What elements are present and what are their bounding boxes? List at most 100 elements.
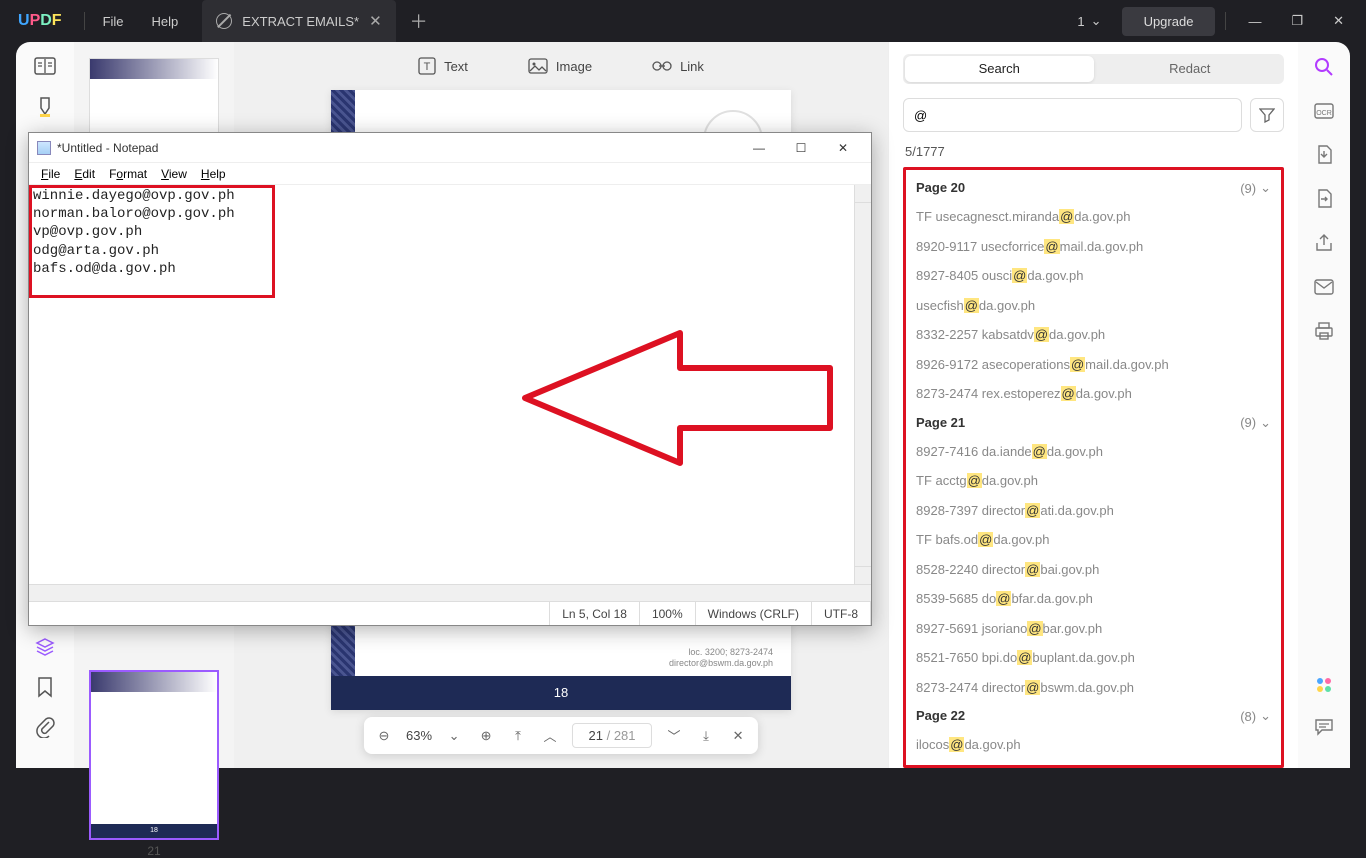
search-result-item[interactable]: 8927-7416 da.iande@da.gov.ph xyxy=(908,437,1279,467)
zoom-value[interactable]: 63% xyxy=(406,728,432,743)
page-footer: 18 xyxy=(331,676,791,710)
search-result-item[interactable]: ored.rfo2@da.gov.ph xyxy=(908,760,1279,769)
tab-icon xyxy=(216,13,232,29)
close-icon[interactable]: ✕ xyxy=(823,136,863,160)
ocr-icon[interactable]: OCR xyxy=(1313,100,1335,122)
svg-text:T: T xyxy=(424,61,431,73)
thumbnail-selected[interactable]: 18 xyxy=(89,670,219,840)
result-page-header[interactable]: Page 22(8) ⌄ xyxy=(908,702,1279,730)
thumbnail-page-number: 21 xyxy=(82,844,226,858)
search-result-item[interactable]: 8539-5685 do@bfar.da.gov.ph xyxy=(908,584,1279,614)
search-result-item[interactable]: ilocos@da.gov.ph xyxy=(908,730,1279,760)
status-spacer xyxy=(29,602,550,625)
close-icon[interactable]: ✕ xyxy=(1321,13,1356,29)
filter-icon[interactable] xyxy=(1250,98,1284,132)
search-result-item[interactable]: TF bafs.od@da.gov.ph xyxy=(908,525,1279,555)
chevron-down-icon: ⌄ xyxy=(1091,13,1102,29)
minimize-icon[interactable]: — xyxy=(739,136,779,160)
upgrade-button[interactable]: Upgrade xyxy=(1122,7,1216,36)
prev-page-icon[interactable]: ︿ xyxy=(540,726,560,746)
search-input[interactable] xyxy=(903,98,1242,132)
app-topbar: UPDF File Help EXTRACT EMAILS* ✕ ＋ 1 ⌄ U… xyxy=(0,0,1366,42)
separator xyxy=(1225,12,1226,30)
notepad-statusbar: Ln 5, Col 18 100% Windows (CRLF) UTF-8 xyxy=(29,601,871,625)
menu-help[interactable]: Help xyxy=(138,14,193,29)
last-page-icon[interactable]: ⤓ xyxy=(696,726,716,746)
result-count: 5/1777 xyxy=(903,140,1284,167)
notepad-title: *Untitled - Notepad xyxy=(57,141,158,155)
notepad-window[interactable]: *Untitled - Notepad — ☐ ✕ File Edit Form… xyxy=(28,132,872,626)
next-page-icon[interactable]: ﹀ xyxy=(664,726,684,746)
tool-image[interactable]: Image xyxy=(528,58,592,74)
minimize-icon[interactable]: — xyxy=(1236,14,1273,29)
tab-search[interactable]: Search xyxy=(905,56,1094,82)
scrollbar-horizontal[interactable] xyxy=(29,584,871,601)
np-menu-help[interactable]: Help xyxy=(195,165,232,183)
search-result-item[interactable]: 8521-7650 bpi.do@buplant.da.gov.ph xyxy=(908,643,1279,673)
search-result-item[interactable]: 8273-2474 rex.estoperez@da.gov.ph xyxy=(908,379,1279,409)
svg-text:OCR: OCR xyxy=(1316,110,1332,117)
search-tabs: Search Redact xyxy=(903,54,1284,84)
maximize-icon[interactable]: ☐ xyxy=(781,136,821,160)
zoom-dropdown-icon[interactable]: ⌄ xyxy=(444,726,464,746)
status-cursor: Ln 5, Col 18 xyxy=(550,602,640,625)
tool-text[interactable]: TText xyxy=(418,57,468,75)
layers-icon[interactable] xyxy=(34,636,56,658)
status-eol: Windows (CRLF) xyxy=(696,602,812,625)
search-result-item[interactable]: 8927-8405 ousci@da.gov.ph xyxy=(908,261,1279,291)
tab-title: EXTRACT EMAILS* xyxy=(242,14,359,29)
np-menu-format[interactable]: Format xyxy=(103,165,153,183)
np-menu-view[interactable]: View xyxy=(155,165,193,183)
scrollbar-vertical[interactable] xyxy=(854,185,871,584)
search-result-item[interactable]: usecfish@da.gov.ph xyxy=(908,291,1279,321)
search-result-item[interactable]: TF acctg@da.gov.ph xyxy=(908,466,1279,496)
search-result-item[interactable]: 8920-9117 usecforrice@mail.da.gov.ph xyxy=(908,232,1279,262)
reader-mode-icon[interactable] xyxy=(34,56,56,78)
search-result-item[interactable]: 8927-5691 jsoriano@bar.gov.ph xyxy=(908,614,1279,644)
comment-icon[interactable] xyxy=(1313,716,1335,738)
page-indicator[interactable]: 1 ⌄ xyxy=(1063,13,1115,29)
notepad-body[interactable]: winnie.dayego@ovp.gov.ph norman.baloro@o… xyxy=(29,185,871,601)
document-tab[interactable]: EXTRACT EMAILS* ✕ xyxy=(202,0,395,42)
search-icon[interactable] xyxy=(1313,56,1335,78)
search-result-item[interactable]: 8273-2474 director@bswm.da.gov.ph xyxy=(908,673,1279,703)
close-tab-icon[interactable]: ✕ xyxy=(369,12,382,30)
first-page-icon[interactable]: ⤒ xyxy=(508,726,528,746)
search-result-item[interactable]: 8928-7397 director@ati.da.gov.ph xyxy=(908,496,1279,526)
new-tab-button[interactable]: ＋ xyxy=(396,8,442,34)
notepad-app-icon xyxy=(37,141,51,155)
page-input[interactable]: 21 / 281 xyxy=(572,723,652,748)
search-result-item[interactable]: 8528-2240 director@bai.gov.ph xyxy=(908,555,1279,585)
right-rail: OCR xyxy=(1298,42,1350,768)
email-icon[interactable] xyxy=(1313,276,1335,298)
notepad-content[interactable]: winnie.dayego@ovp.gov.ph norman.baloro@o… xyxy=(29,185,871,280)
search-result-item[interactable]: TF usecagnesct.miranda@da.gov.ph xyxy=(908,202,1279,232)
edit-toolbar: TText Image Link xyxy=(234,42,888,90)
result-page-header[interactable]: Page 21(9) ⌄ xyxy=(908,409,1279,437)
search-result-item[interactable]: 8332-2257 kabsatdv@da.gov.ph xyxy=(908,320,1279,350)
zoom-out-icon[interactable]: ⊖ xyxy=(374,726,394,746)
convert-icon[interactable] xyxy=(1313,188,1335,210)
notepad-titlebar[interactable]: *Untitled - Notepad — ☐ ✕ xyxy=(29,133,871,163)
highlighter-icon[interactable] xyxy=(34,96,56,118)
menu-file[interactable]: File xyxy=(89,14,138,29)
attachment-icon[interactable] xyxy=(34,716,56,738)
result-page-header[interactable]: Page 20(9) ⌄ xyxy=(908,174,1279,202)
notepad-menubar: File Edit Format View Help xyxy=(29,163,871,185)
search-result-item[interactable]: 8926-9172 asecoperations@mail.da.gov.ph xyxy=(908,350,1279,380)
status-zoom: 100% xyxy=(640,602,696,625)
ai-icon[interactable] xyxy=(1313,674,1335,696)
bookmark-icon[interactable] xyxy=(34,676,56,698)
page-navigator: ⊖ 63% ⌄ ⊕ ⤒ ︿ 21 / 281 ﹀ ⤓ ✕ xyxy=(364,717,758,754)
np-menu-file[interactable]: File xyxy=(35,165,66,183)
maximize-icon[interactable]: ❐ xyxy=(1279,13,1315,29)
share-icon[interactable] xyxy=(1313,232,1335,254)
np-menu-edit[interactable]: Edit xyxy=(68,165,101,183)
print-icon[interactable] xyxy=(1313,320,1335,342)
search-results: Page 20(9) ⌄TF usecagnesct.miranda@da.go… xyxy=(903,167,1284,768)
export-icon[interactable] xyxy=(1313,144,1335,166)
close-nav-icon[interactable]: ✕ xyxy=(728,726,748,746)
tab-redact[interactable]: Redact xyxy=(1096,54,1285,84)
zoom-in-icon[interactable]: ⊕ xyxy=(476,726,496,746)
tool-link[interactable]: Link xyxy=(652,58,704,74)
